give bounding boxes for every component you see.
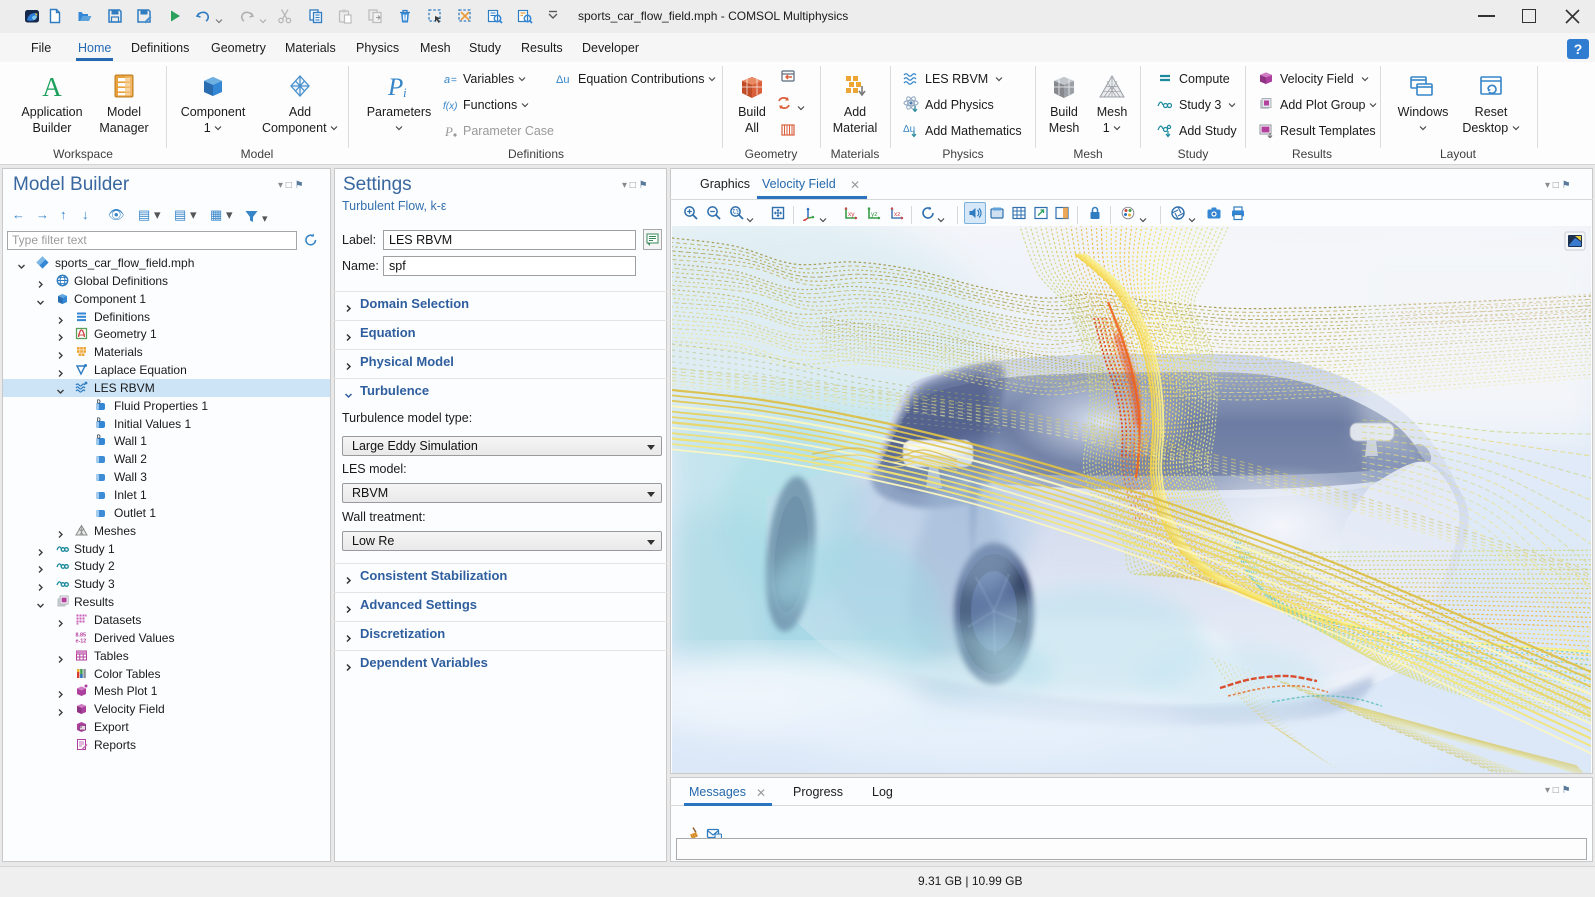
svg-text:A: A: [42, 72, 62, 100]
svg-text:i: i: [403, 85, 407, 100]
svg-text:xy: xy: [848, 211, 855, 218]
svg-text:P: P: [444, 124, 453, 139]
svg-text:a: a: [444, 74, 450, 86]
svg-text:=: =: [451, 75, 457, 86]
svg-text:yz: yz: [871, 211, 878, 218]
svg-text:xz: xz: [894, 211, 901, 218]
svg-text:f(x): f(x): [443, 101, 457, 112]
svg-text:e-12: e-12: [76, 639, 87, 645]
svg-text:D: D: [97, 400, 101, 406]
svg-text:Δu: Δu: [556, 74, 569, 86]
svg-text:D: D: [97, 418, 101, 424]
svg-text:P: P: [387, 74, 403, 100]
svg-text:D: D: [97, 435, 101, 441]
